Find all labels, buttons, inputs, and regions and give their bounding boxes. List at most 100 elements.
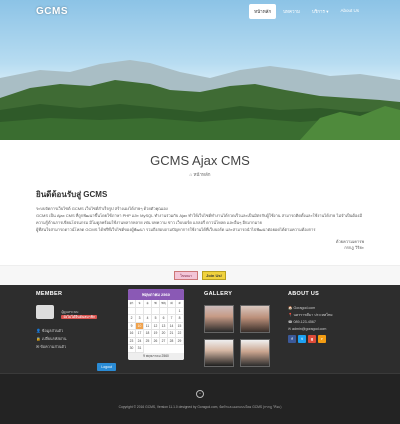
- calendar-day[interactable]: 2: [128, 315, 136, 323]
- calendar-day[interactable]: 1: [176, 307, 184, 315]
- calendar-day[interactable]: 11: [144, 322, 152, 330]
- nav-home[interactable]: หน้าหลัก: [249, 4, 277, 19]
- about-email[interactable]: ✉ admin@goragod.com: [288, 326, 368, 333]
- calendar-weekday: อ: [144, 300, 152, 308]
- hero-banner: GCMS หน้าหลัก บทความ บริการ ▾ About Us: [0, 0, 400, 140]
- content-paragraph: GCMS เป็น Ajax CMS ที่ถูกพัฒนาขึ้นโดยใช้…: [36, 213, 362, 225]
- about-title: ABOUT US: [288, 291, 320, 297]
- gallery-image[interactable]: [204, 339, 234, 367]
- calendar-day[interactable]: 19: [152, 330, 160, 338]
- calendar-day[interactable]: 13: [160, 322, 168, 330]
- member-name: ผู้ดูแลระบบ: [61, 310, 79, 314]
- top-navigation: หน้าหลัก บทความ บริการ ▾ About Us: [249, 4, 364, 19]
- member-title: MEMBER: [36, 291, 63, 297]
- calendar-day[interactable]: 24: [136, 337, 144, 345]
- about-widget: 🏠 Goragod.com 📍 นครราชสีมา ประเทศไทย ☎ 0…: [288, 305, 368, 343]
- calendar-day[interactable]: 6: [160, 315, 168, 323]
- calendar-day[interactable]: 5: [152, 315, 160, 323]
- join-banner[interactable]: Join Us!: [202, 271, 226, 280]
- calendar-widget: พฤษภาคม 2560 อาจอพพฤศส 1 2 3 4 5 6 7 8 9 10 11 12 13 1…: [128, 289, 184, 360]
- calendar-weekday: อา: [128, 300, 136, 308]
- calendar-day[interactable]: 9: [128, 322, 136, 330]
- calendar-day[interactable]: 25: [144, 337, 152, 345]
- ad-banner[interactable]: โฆษณา: [174, 271, 198, 280]
- gallery-image[interactable]: [204, 305, 234, 333]
- calendar-empty-cell: [136, 307, 144, 315]
- member-link-messages[interactable]: ✉ ข้อความส่วนตัว: [36, 343, 116, 351]
- about-site: 🏠 Goragod.com: [288, 306, 316, 310]
- calendar-weekday: ศ: [168, 300, 176, 308]
- gallery-widget: [204, 305, 274, 367]
- calendar-day[interactable]: 4: [144, 315, 152, 323]
- member-info: ผู้ดูแลระบบ ยังไม่ได้ยืนยันสมาชิก: [61, 310, 98, 320]
- calendar-empty-cell: [168, 307, 176, 315]
- member-link-password[interactable]: 🔒 เปลี่ยนรหัสผ่าน: [36, 335, 116, 343]
- calendar-empty-cell: [152, 307, 160, 315]
- signature: ด้วยความเคารพ กรกฎ วิริยะ: [36, 239, 364, 251]
- calendar-header[interactable]: พฤษภาคม 2560: [128, 289, 184, 300]
- calendar-day[interactable]: 17: [136, 330, 144, 338]
- calendar-day[interactable]: 31: [136, 345, 144, 353]
- calendar-day[interactable]: 15: [176, 322, 184, 330]
- calendar-day[interactable]: 20: [160, 330, 168, 338]
- calendar-day[interactable]: 26: [152, 337, 160, 345]
- calendar-day[interactable]: 7: [168, 315, 176, 323]
- member-status-badge: ยังไม่ได้ยืนยันสมาชิก: [61, 315, 98, 319]
- title-band: GCMS Ajax CMS ⌂ หน้าหลัก: [0, 140, 400, 178]
- content-paragraph: ผู้ที่สนใจสามารถดาวน์โหลด GCMS ได้ฟรีที่…: [36, 227, 316, 232]
- calendar-day[interactable]: 29: [176, 337, 184, 345]
- calendar-day[interactable]: 12: [152, 322, 160, 330]
- back-to-top-icon[interactable]: ^: [196, 390, 204, 398]
- calendar-day[interactable]: 14: [168, 322, 176, 330]
- avatar[interactable]: [36, 305, 54, 319]
- about-phone: ☎ 089-123-4567: [288, 320, 316, 324]
- calendar-day[interactable]: 21: [168, 330, 176, 338]
- logout-button[interactable]: Logout: [97, 363, 116, 371]
- calendar-day[interactable]: 3: [136, 315, 144, 323]
- content-heading: ยินดีต้อนรับสู่ GCMS: [36, 190, 108, 199]
- calendar-empty-cell: [160, 307, 168, 315]
- gallery-image[interactable]: [240, 305, 270, 333]
- calendar-day[interactable]: 23: [128, 337, 136, 345]
- nav-articles[interactable]: บทความ: [278, 4, 305, 19]
- breadcrumb[interactable]: ⌂ หน้าหลัก: [0, 171, 400, 178]
- calendar-day[interactable]: 22: [176, 330, 184, 338]
- calendar-empty-cell: [128, 307, 136, 315]
- google-plus-icon[interactable]: g: [308, 335, 316, 343]
- member-link-profile[interactable]: 👤 ข้อมูลส่วนตัว: [36, 327, 116, 335]
- nav-about[interactable]: About Us: [335, 4, 364, 19]
- main-content: ยินดีต้อนรับสู่ GCMS ระบบจัดการเว็บไซต์ …: [36, 188, 364, 251]
- member-links: 👤 ข้อมูลส่วนตัว 🔒 เปลี่ยนรหัสผ่าน ✉ ข้อค…: [36, 327, 116, 351]
- copyright-text: Copyright © 2016 GCMS, Version 11.1.0 de…: [118, 405, 282, 409]
- calendar-day[interactable]: 27: [160, 337, 168, 345]
- calendar-day[interactable]: 18: [144, 330, 152, 338]
- gallery-title: GALLERY: [204, 291, 233, 297]
- calendar-weekday: พ: [152, 300, 160, 308]
- signature-name: กรกฎ วิริยะ: [344, 245, 364, 250]
- calendar-grid: อาจอพพฤศส 1 2 3 4 5 6 7 8 9 10 11 12 13 14 15 16 17 18 19 20…: [128, 300, 184, 353]
- page-title: GCMS Ajax CMS: [150, 153, 250, 168]
- calendar-day[interactable]: 8: [176, 315, 184, 323]
- calendar-weekday: จ: [136, 300, 144, 308]
- calendar-day[interactable]: 10: [136, 322, 144, 330]
- about-address: 📍 นครราชสีมา ประเทศไทย: [288, 313, 333, 317]
- nav-services[interactable]: บริการ ▾: [307, 4, 333, 19]
- footer-widgets: MEMBER ผู้ดูแลระบบ ยังไม่ได้ยืนยันสมาชิก…: [0, 285, 400, 373]
- calendar-footer: 9 พฤษภาคม 2560: [128, 352, 184, 360]
- rss-icon[interactable]: r: [318, 335, 326, 343]
- site-logo[interactable]: GCMS: [36, 6, 68, 17]
- twitter-icon[interactable]: t: [298, 335, 306, 343]
- calendar-day[interactable]: 16: [128, 330, 136, 338]
- member-widget: ผู้ดูแลระบบ ยังไม่ได้ยืนยันสมาชิก 👤 ข้อม…: [36, 305, 116, 371]
- mountain-landscape-image: [0, 60, 400, 140]
- content-intro: ระบบจัดการเว็บไซต์ GCMS เว็บไซต์สำเร็จรู…: [36, 206, 168, 211]
- footer-bottom: ^ Copyright © 2016 GCMS, Version 11.1.0 …: [0, 373, 400, 424]
- facebook-icon[interactable]: f: [288, 335, 296, 343]
- gallery-image[interactable]: [240, 339, 270, 367]
- social-links: ftgr: [288, 335, 368, 343]
- calendar-day[interactable]: 30: [128, 345, 136, 353]
- calendar-weekday: พฤ: [160, 300, 168, 308]
- footer: MEMBER ผู้ดูแลระบบ ยังไม่ได้ยืนยันสมาชิก…: [0, 285, 400, 424]
- calendar-day[interactable]: 28: [168, 337, 176, 345]
- calendar-empty-cell: [144, 307, 152, 315]
